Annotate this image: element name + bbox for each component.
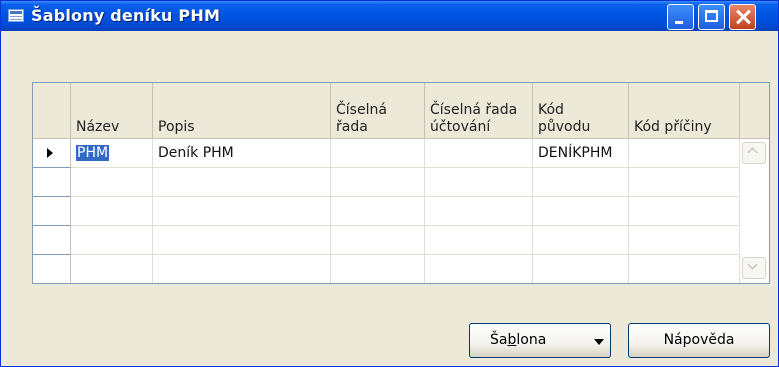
row-header-corner	[33, 83, 71, 139]
title-bar[interactable]: Šablony deníku PHM	[1, 1, 778, 31]
row-selector[interactable]	[33, 197, 71, 226]
cell-ciselna-rada[interactable]	[331, 255, 425, 283]
help-button[interactable]: Nápověda	[628, 323, 770, 358]
close-button[interactable]	[729, 4, 756, 30]
cell-ciselna-rada-uctovani[interactable]	[425, 197, 533, 226]
cell-kod-priciny[interactable]	[629, 197, 740, 226]
cell-ciselna-rada[interactable]	[331, 168, 425, 197]
row-selector[interactable]	[33, 168, 71, 197]
column-header-nazev[interactable]: Název	[71, 83, 153, 139]
row-selector[interactable]	[33, 255, 71, 283]
journal-templates-grid[interactable]: Název Popis Číselná řada Číselná řada úč…	[32, 82, 770, 284]
cell-ciselna-rada-uctovani[interactable]	[425, 139, 533, 168]
cell-popis[interactable]	[153, 168, 331, 197]
minimize-button[interactable]	[667, 4, 694, 30]
cell-nazev[interactable]	[71, 197, 153, 226]
cell-kod-puvodu[interactable]	[533, 255, 629, 283]
help-label: Nápověda	[663, 332, 735, 348]
cell-nazev[interactable]	[71, 168, 153, 197]
cell-kod-puvodu[interactable]	[533, 168, 629, 197]
cell-ciselna-rada[interactable]	[331, 139, 425, 168]
vertical-scrollbar[interactable]	[740, 139, 769, 283]
window-title: Šablony deníku PHM	[31, 6, 221, 25]
column-header-popis[interactable]: Popis	[153, 83, 331, 139]
cell-kod-puvodu[interactable]	[533, 197, 629, 226]
row-selector-current[interactable]	[33, 139, 71, 168]
cell-popis[interactable]	[153, 197, 331, 226]
column-header-kod-priciny[interactable]: Kód příčiny	[629, 83, 740, 139]
cell-kod-priciny[interactable]	[629, 226, 740, 255]
cell-ciselna-rada-uctovani[interactable]	[425, 168, 533, 197]
column-header-ciselna-rada[interactable]: Číselná řada	[331, 83, 425, 139]
cell-kod-priciny[interactable]	[629, 139, 740, 168]
cell-nazev[interactable]: PHM	[71, 139, 153, 168]
cell-ciselna-rada-uctovani[interactable]	[425, 226, 533, 255]
cell-kod-puvodu[interactable]: DENÍKPHM	[533, 139, 629, 168]
cell-kod-puvodu[interactable]	[533, 226, 629, 255]
cell-kod-priciny[interactable]	[629, 255, 740, 283]
header-filler	[740, 83, 769, 139]
cell-popis[interactable]: Deník PHM	[153, 139, 331, 168]
cell-popis[interactable]	[153, 226, 331, 255]
dialog-window: Šablony deníku PHM Název Popis Číselná ř…	[0, 0, 779, 367]
cell-popis[interactable]	[153, 255, 331, 283]
column-header-kod-puvodu[interactable]: Kód původu	[533, 83, 629, 139]
cell-nazev[interactable]	[71, 255, 153, 283]
sablona-label: Šablona	[490, 332, 547, 348]
cell-ciselna-rada-uctovani[interactable]	[425, 255, 533, 283]
sablona-menu-button[interactable]: Šablona	[469, 323, 611, 358]
cell-ciselna-rada[interactable]	[331, 197, 425, 226]
row-selector[interactable]	[33, 226, 71, 255]
column-header-ciselna-rada-uctovani[interactable]: Číselná řada účtování	[425, 83, 533, 139]
maximize-button[interactable]	[698, 4, 725, 30]
cell-nazev[interactable]	[71, 226, 153, 255]
cell-ciselna-rada[interactable]	[331, 226, 425, 255]
dropdown-arrow-icon	[594, 339, 604, 345]
scroll-up-icon[interactable]	[742, 142, 766, 164]
cell-kod-priciny[interactable]	[629, 168, 740, 197]
form-icon	[8, 9, 24, 22]
scroll-down-icon[interactable]	[742, 257, 766, 279]
